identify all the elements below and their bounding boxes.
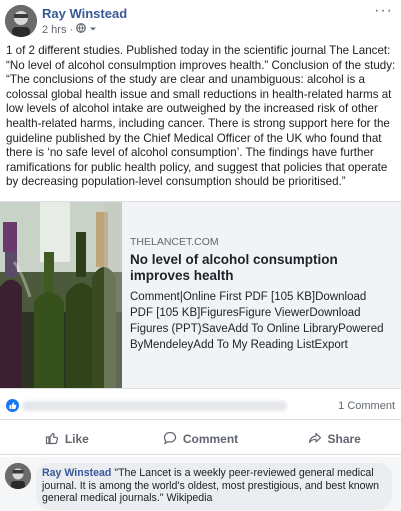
more-options-button[interactable]: ···	[374, 2, 393, 20]
reactors-names-blurred	[22, 401, 287, 411]
link-title[interactable]: No level of alcohol consumption improves…	[130, 252, 392, 284]
like-button[interactable]: Like	[0, 424, 134, 454]
comment-label: Comment	[182, 432, 239, 446]
like-label: Like	[64, 432, 89, 446]
facebook-post: Ray Winstead 2 hrs · ··· 1 of 2 differen…	[0, 0, 401, 511]
share-arrow-icon	[308, 431, 322, 448]
thumbs-up-icon	[45, 431, 59, 448]
comment-button[interactable]: Comment	[134, 424, 268, 454]
link-body[interactable]: THELANCET.COM No level of alcohol consum…	[130, 236, 392, 353]
wine-bottles-image[interactable]	[0, 202, 122, 388]
reactions-bar: 1 Comment	[0, 393, 401, 420]
share-button[interactable]: Share	[267, 424, 401, 454]
link-preview[interactable]: THELANCET.COM No level of alcohol consum…	[0, 201, 401, 389]
comment-bubble-icon	[163, 431, 177, 448]
like-reaction-icon[interactable]	[6, 399, 19, 412]
link-description: Comment|Online First PDF [105 KB]Downloa…	[130, 291, 384, 351]
comment-author[interactable]: Ray Winstead	[42, 467, 111, 479]
commenter-avatar[interactable]	[5, 463, 31, 489]
comments-section: Ray Winstead "The Lancet is a weekly pee…	[0, 457, 401, 511]
post-time[interactable]: 2 hrs	[42, 24, 66, 36]
post-meta: 2 hrs ·	[42, 23, 97, 36]
dot-separator: ·	[69, 23, 74, 36]
post-text: 1 of 2 different studies. Published toda…	[6, 44, 396, 189]
chevron-down-icon[interactable]	[89, 24, 97, 36]
link-domain: THELANCET.COM	[130, 236, 219, 248]
post-author[interactable]: Ray Winstead	[42, 6, 127, 21]
author-avatar[interactable]	[5, 5, 37, 37]
comment: Ray Winstead "The Lancet is a weekly pee…	[36, 463, 392, 510]
share-label: Share	[327, 432, 361, 446]
action-bar: Like Comment Share	[0, 424, 401, 455]
privacy-globe-icon[interactable]	[76, 23, 87, 36]
comment-count[interactable]: 1 Comment	[338, 400, 395, 412]
